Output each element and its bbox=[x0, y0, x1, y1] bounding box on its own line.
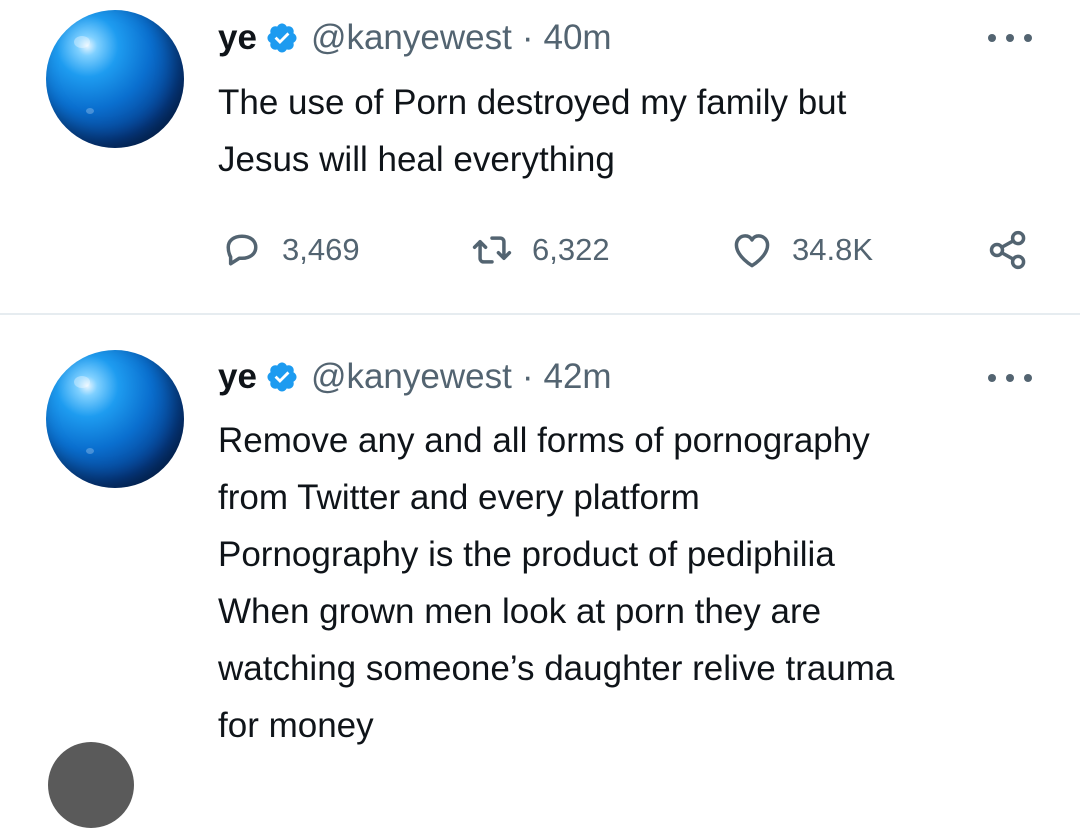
tweet-text-line: Pornography is the product of pediphilia bbox=[218, 535, 835, 574]
tweet-text-line: for money bbox=[218, 706, 374, 745]
retweet-icon bbox=[472, 236, 512, 264]
share-icon bbox=[989, 230, 1026, 270]
reply-button[interactable]: 3,469 bbox=[220, 222, 360, 278]
tweet-text-line: Remove any and all forms of pornography bbox=[218, 421, 870, 460]
tweet-header: ye @kanyewest · 42m bbox=[218, 355, 612, 399]
display-name[interactable]: ye bbox=[218, 18, 257, 58]
share-button[interactable] bbox=[986, 222, 1030, 278]
avatar[interactable] bbox=[46, 350, 184, 488]
tweet-header: ye @kanyewest · 40m bbox=[218, 16, 612, 60]
retweet-button[interactable]: 6,322 bbox=[470, 222, 610, 278]
verified-badge-icon bbox=[267, 362, 297, 392]
tweet-text: Remove any and all forms of pornography … bbox=[218, 412, 1058, 754]
display-name[interactable]: ye bbox=[218, 357, 257, 397]
like-count: 34.8K bbox=[792, 232, 874, 267]
more-options-button[interactable] bbox=[988, 370, 1032, 386]
handle[interactable]: @kanyewest bbox=[311, 357, 512, 397]
handle[interactable]: @kanyewest bbox=[311, 18, 512, 58]
tweet-text-line: from Twitter and every platform bbox=[218, 478, 700, 517]
avatar[interactable] bbox=[46, 10, 184, 148]
tweet-divider bbox=[0, 313, 1080, 315]
more-horizontal-icon bbox=[988, 34, 996, 42]
next-tweet-avatar[interactable] bbox=[48, 742, 134, 828]
tweet-1[interactable]: ye @kanyewest · 40m The use of Porn dest… bbox=[0, 0, 1080, 314]
separator-dot: · bbox=[521, 357, 534, 396]
tweet-text-line: Jesus will heal everything bbox=[218, 140, 615, 179]
tweet-text-line: watching someone’s daughter relive traum… bbox=[218, 649, 895, 688]
timestamp[interactable]: 42m bbox=[544, 357, 612, 397]
reply-count: 3,469 bbox=[282, 232, 360, 267]
separator-dot: · bbox=[521, 18, 534, 57]
heart-icon bbox=[734, 234, 770, 268]
verified-badge-icon bbox=[267, 23, 297, 53]
tweet-actions: 3,469 6,322 34.8K bbox=[0, 222, 1080, 278]
timestamp[interactable]: 40m bbox=[544, 18, 612, 58]
more-options-button[interactable] bbox=[988, 30, 1032, 46]
more-horizontal-icon bbox=[988, 374, 996, 382]
reply-icon bbox=[226, 234, 258, 266]
tweet-text: The use of Porn destroyed my family but … bbox=[218, 74, 1058, 188]
tweet-text-line: The use of Porn destroyed my family but bbox=[218, 83, 847, 122]
like-button[interactable]: 34.8K bbox=[730, 222, 873, 278]
tweet-text-line: When grown men look at porn they are bbox=[218, 592, 822, 631]
retweet-count: 6,322 bbox=[532, 232, 610, 267]
